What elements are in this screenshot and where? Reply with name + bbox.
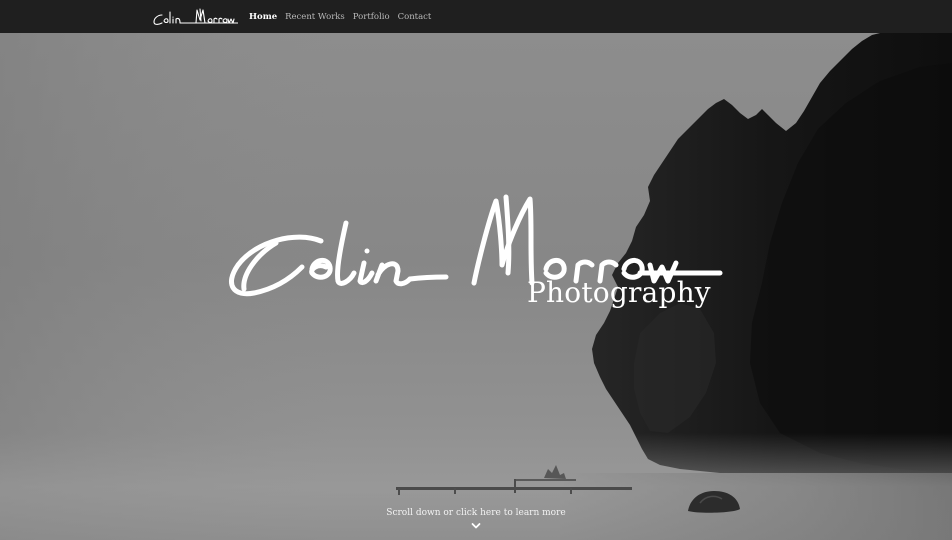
- top-navigation-bar: Home Recent Works Portfolio Contact: [0, 0, 952, 33]
- nav-link-contact[interactable]: Contact: [398, 12, 432, 22]
- site-logo[interactable]: [152, 6, 238, 28]
- hero-tagline: Photography: [527, 276, 711, 309]
- page: Home Recent Works Portfolio Contact Phot…: [0, 0, 952, 540]
- scroll-down-link[interactable]: Scroll down or click here to learn more: [0, 508, 952, 518]
- nav-link-home[interactable]: Home: [249, 12, 277, 22]
- chevron-down-icon[interactable]: [471, 522, 481, 530]
- nav-link-portfolio[interactable]: Portfolio: [353, 12, 390, 22]
- nav-link-recent-works[interactable]: Recent Works: [285, 12, 345, 22]
- hero-section: Photography Scroll down or click here to…: [0, 33, 952, 540]
- main-navigation: Home Recent Works Portfolio Contact: [249, 0, 431, 33]
